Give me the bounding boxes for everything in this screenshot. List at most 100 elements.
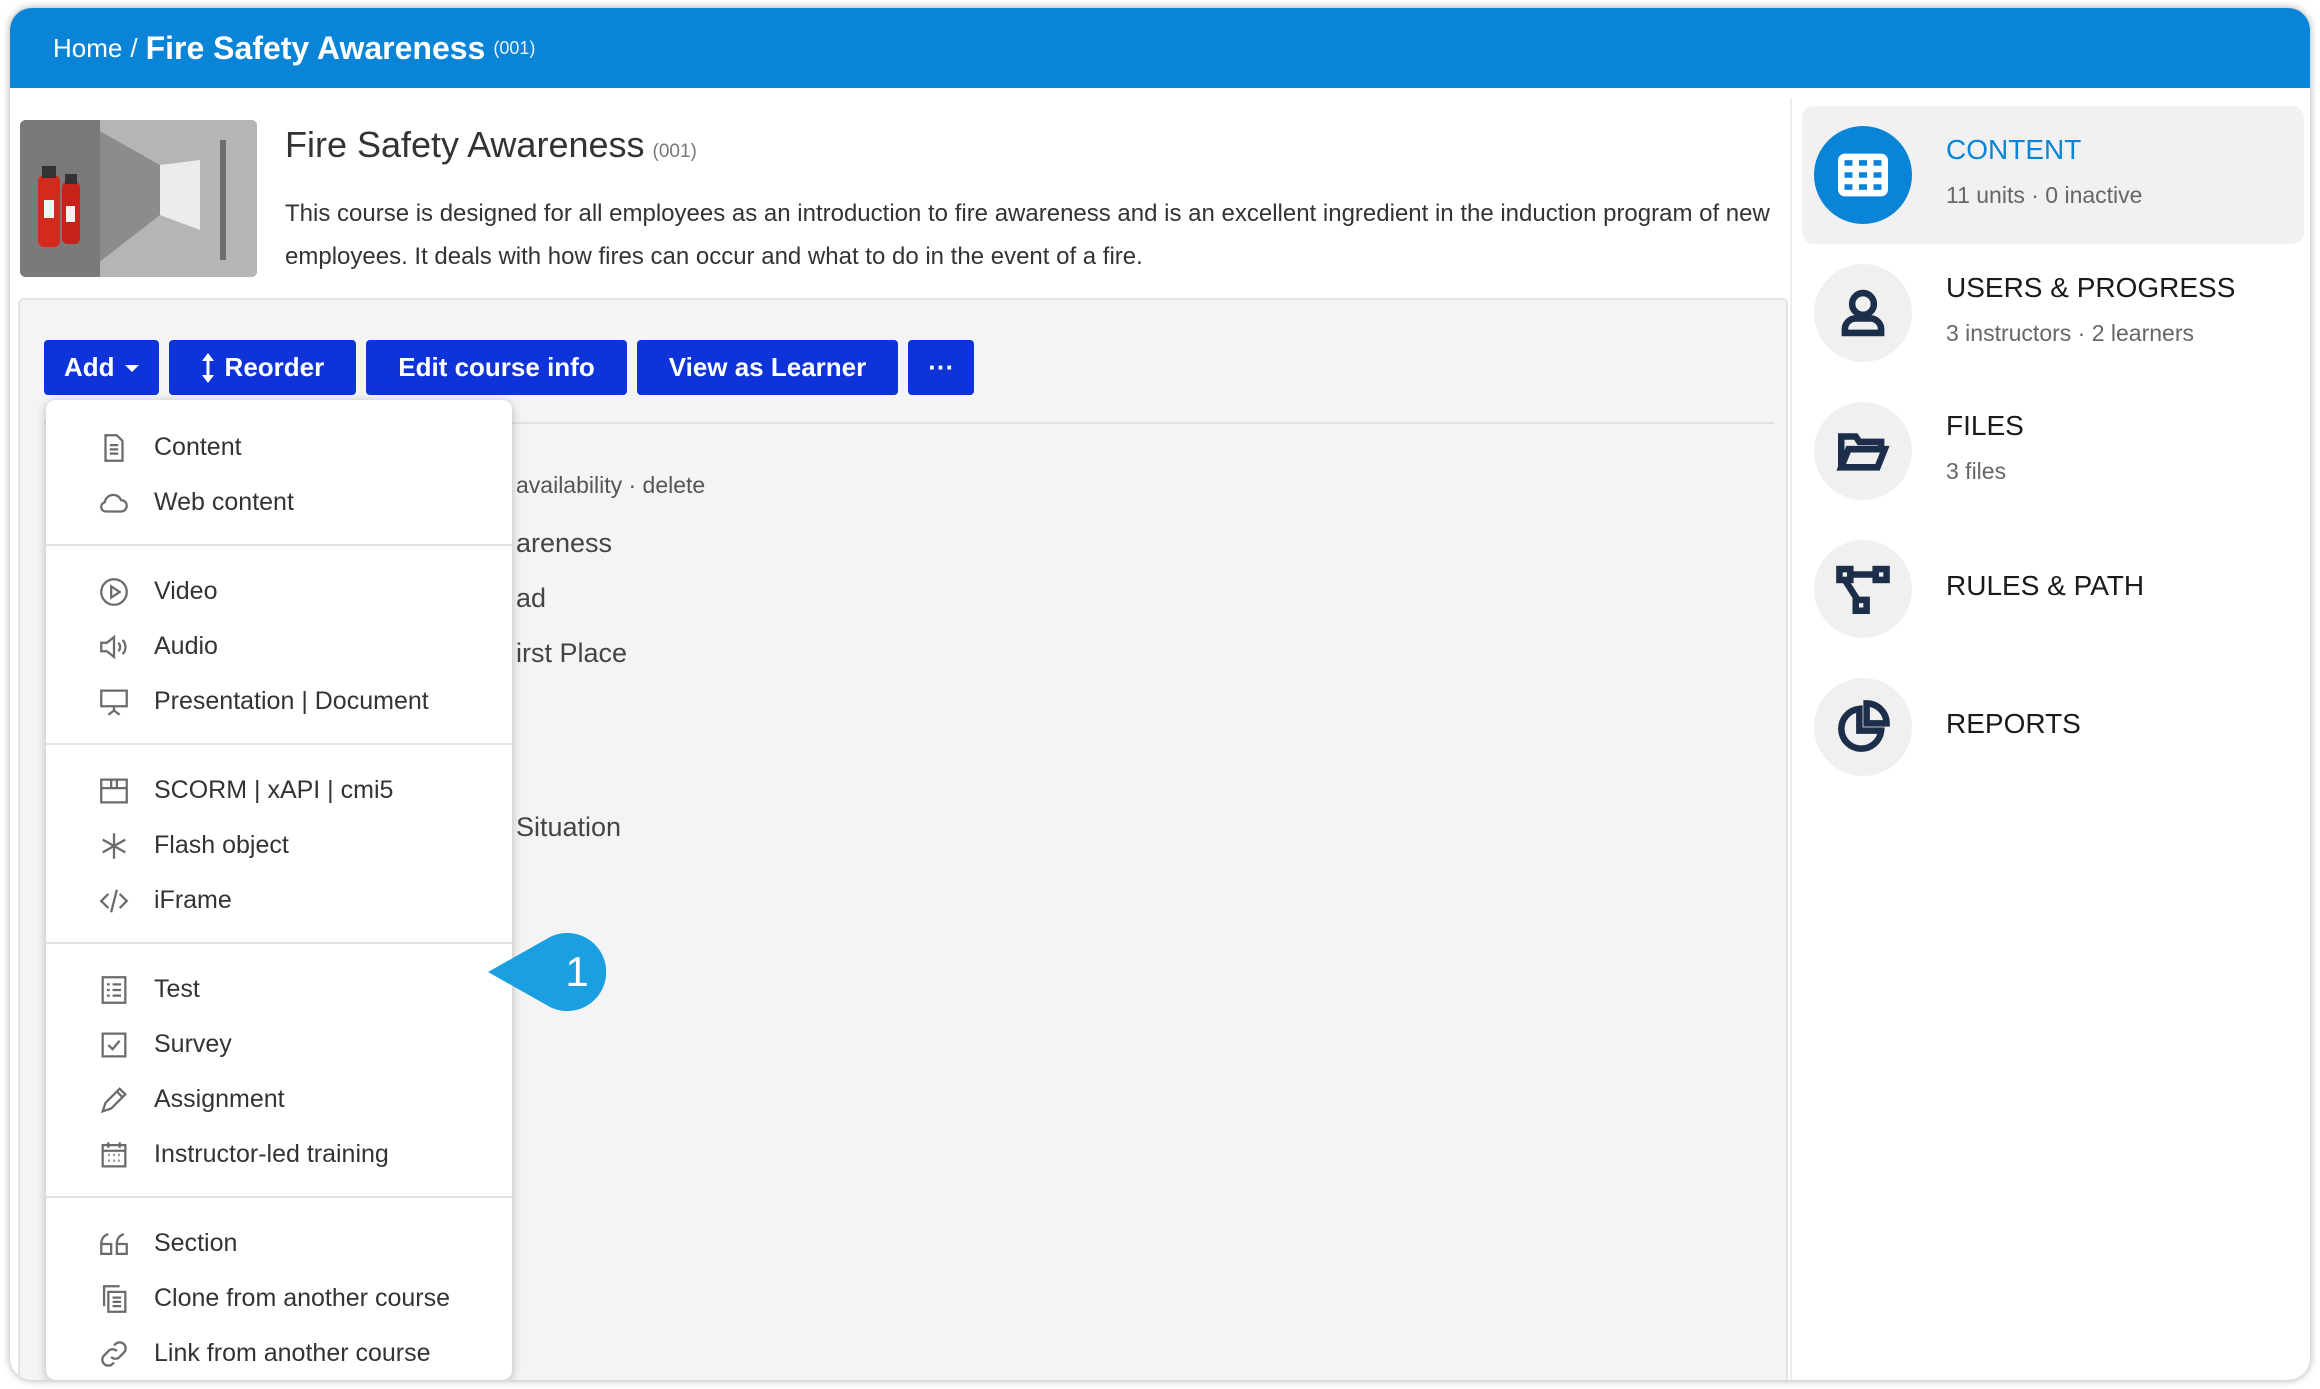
view-as-learner-label: View as Learner xyxy=(668,352,867,382)
menu-divider xyxy=(46,1196,512,1198)
menu-divider xyxy=(46,544,512,546)
menu-group-structure: Section Clone from another course Link f… xyxy=(46,1216,512,1380)
menu-item-label: Audio xyxy=(154,632,218,660)
menu-group-media: Video Audio Presentation | Document xyxy=(46,564,512,729)
reorder-button[interactable]: Reorder xyxy=(168,340,357,395)
course-title: Fire Safety Awareness (001) xyxy=(285,124,697,166)
sidebar-item-users-progress[interactable]: USERS & PROGRESS 3 instructors · 2 learn… xyxy=(1802,244,2304,382)
sidebar-item-title: FILES xyxy=(1946,410,2024,441)
breadcrumb-separator: / xyxy=(130,32,138,63)
breadcrumb-code: (001) xyxy=(493,37,536,58)
menu-item-label: Assignment xyxy=(154,1085,285,1113)
menu-item-label: Survey xyxy=(154,1030,232,1058)
menu-item-label: Video xyxy=(154,577,218,605)
toolbar: Add Reorder Edit course info View as Lea… xyxy=(44,340,975,395)
menu-item-label: iFrame xyxy=(154,886,232,914)
unit-title-3[interactable]: irst Place xyxy=(516,638,627,669)
breadcrumb-current: Fire Safety Awareness xyxy=(145,29,486,66)
more-options-label: ··· xyxy=(928,352,955,382)
menu-item-assignment[interactable]: Assignment xyxy=(46,1072,512,1127)
code-icon xyxy=(96,883,132,919)
grid-icon xyxy=(1814,126,1912,224)
menu-item-label: Content xyxy=(154,433,242,461)
unit-meta-text: availability · delete xyxy=(516,472,706,498)
unit-title-1[interactable]: areness xyxy=(516,528,612,559)
course-header: Fire Safety Awareness (001) This course i… xyxy=(20,120,1790,288)
sidebar-item-files[interactable]: FILES 3 files xyxy=(1802,382,2304,520)
user-icon xyxy=(1814,264,1912,362)
sidebar-item-title: USERS & PROGRESS xyxy=(1946,272,2236,303)
menu-group-content: Content Web content xyxy=(46,420,512,530)
menu-item-presentation[interactable]: Presentation | Document xyxy=(46,674,512,729)
course-code: (001) xyxy=(652,141,697,162)
sidebar-item-title: RULES & PATH xyxy=(1946,570,2145,601)
pencil-icon xyxy=(96,1082,132,1118)
menu-item-scorm[interactable]: SCORM | xAPI | cmi5 xyxy=(46,763,512,818)
menu-divider xyxy=(46,743,512,745)
menu-divider xyxy=(46,942,512,944)
vertical-arrows-icon xyxy=(201,352,214,383)
menu-item-ilt[interactable]: Instructor-led training xyxy=(46,1127,512,1182)
menu-item-flash[interactable]: Flash object xyxy=(46,818,512,873)
sidebar-item-content[interactable]: CONTENT 11 units · 0 inactive xyxy=(1802,106,2304,244)
calendar-icon xyxy=(96,1137,132,1173)
add-dropdown-menu: Content Web content Video Audio Presenta… xyxy=(46,400,512,1380)
sidebar-item-subtitle: 11 units · 0 inactive xyxy=(1946,182,2143,208)
course-thumbnail-image xyxy=(20,120,257,277)
more-options-button[interactable]: ··· xyxy=(908,340,975,395)
breadcrumb: Home / Fire Safety Awareness (001) xyxy=(10,8,2310,88)
menu-item-section[interactable]: Section xyxy=(46,1216,512,1271)
asterisk-icon xyxy=(96,828,132,864)
menu-item-audio[interactable]: Audio xyxy=(46,619,512,674)
menu-item-label: Instructor-led training xyxy=(154,1140,389,1168)
menu-item-iframe[interactable]: iFrame xyxy=(46,873,512,928)
add-button[interactable]: Add xyxy=(44,340,159,395)
menu-item-survey[interactable]: Survey xyxy=(46,1017,512,1072)
unit-title-4[interactable]: Situation xyxy=(516,812,621,843)
edit-course-info-button[interactable]: Edit course info xyxy=(366,340,627,395)
checkbox-icon xyxy=(96,1027,132,1063)
sidebar-item-title: REPORTS xyxy=(1946,708,2081,739)
breadcrumb-home-link[interactable]: Home xyxy=(53,33,122,64)
menu-item-video[interactable]: Video xyxy=(46,564,512,619)
checklist-icon xyxy=(96,972,132,1008)
menu-item-label: SCORM | xAPI | cmi5 xyxy=(154,776,394,804)
speaker-icon xyxy=(96,629,132,665)
menu-item-test[interactable]: Test xyxy=(46,962,512,1017)
menu-item-label: Section xyxy=(154,1229,238,1257)
sidebar-item-rules-path[interactable]: RULES & PATH xyxy=(1802,520,2304,658)
clone-icon xyxy=(96,1281,132,1317)
sidebar-item-reports[interactable]: REPORTS xyxy=(1802,658,2304,796)
add-button-label: Add xyxy=(64,352,115,382)
menu-item-content[interactable]: Content xyxy=(46,420,512,475)
course-title-text: Fire Safety Awareness xyxy=(285,124,645,165)
document-icon xyxy=(96,430,132,466)
menu-item-label: Clone from another course xyxy=(154,1284,450,1312)
callout-number: 1 xyxy=(565,948,589,995)
menu-item-label: Presentation | Document xyxy=(154,687,429,715)
menu-item-label: Link from another course xyxy=(154,1339,431,1367)
menu-item-clone[interactable]: Clone from another course xyxy=(46,1271,512,1326)
menu-group-assessment: Test Survey Assignment Instructor-led tr… xyxy=(46,962,512,1182)
caret-down-icon xyxy=(124,364,139,372)
reorder-button-label: Reorder xyxy=(224,352,325,382)
menu-item-label: Flash object xyxy=(154,831,289,859)
unit-title-2[interactable]: ad xyxy=(516,583,546,614)
menu-item-web-content[interactable]: Web content xyxy=(46,475,512,530)
course-sidebar: CONTENT 11 units · 0 inactive USERS & PR… xyxy=(1790,98,2310,1380)
folder-icon xyxy=(1814,402,1912,500)
cloud-icon xyxy=(96,485,132,521)
link-icon xyxy=(96,1336,132,1372)
menu-item-link[interactable]: Link from another course xyxy=(46,1326,512,1380)
view-as-learner-button[interactable]: View as Learner xyxy=(636,340,899,395)
course-thumbnail xyxy=(20,120,257,277)
menu-item-label: Web content xyxy=(154,488,294,516)
menu-item-label: Test xyxy=(154,975,200,1003)
presentation-icon xyxy=(96,684,132,720)
sidebar-item-subtitle: 3 instructors · 2 learners xyxy=(1946,320,2194,346)
sidebar-item-title: CONTENT xyxy=(1946,134,2082,165)
menu-group-packages: SCORM | xAPI | cmi5 Flash object iFrame xyxy=(46,763,512,928)
sidebar-item-subtitle: 3 files xyxy=(1946,458,2007,484)
step-callout: 1 xyxy=(488,933,607,1011)
edit-course-info-label: Edit course info xyxy=(398,352,595,382)
